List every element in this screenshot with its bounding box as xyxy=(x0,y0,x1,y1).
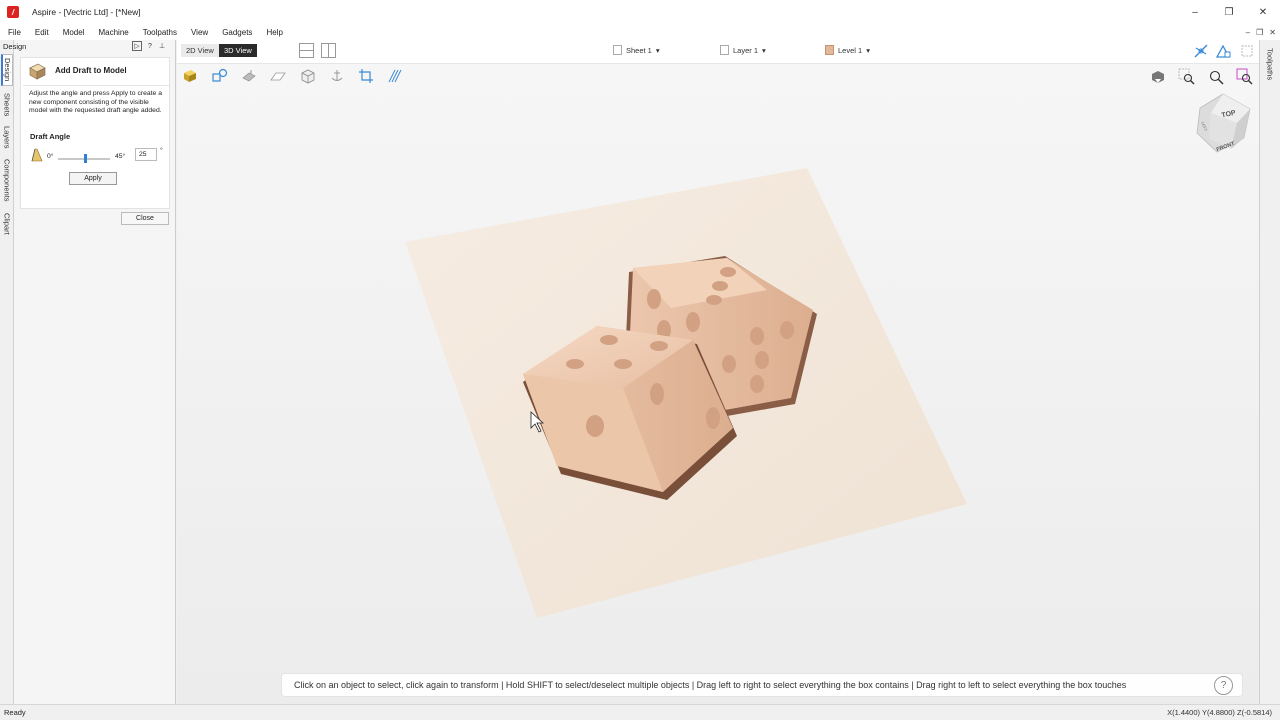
panel-header: Design ▷ ? ⊥ xyxy=(0,41,176,52)
slider-min-label: 0° xyxy=(47,153,54,160)
aspire-app-icon[interactable]: / xyxy=(7,6,19,18)
close-button[interactable]: Close xyxy=(121,212,169,225)
menu-toolpaths[interactable]: Toolpaths xyxy=(136,28,184,37)
draft-angle-input[interactable]: 25 xyxy=(135,148,157,161)
tab-2d-view[interactable]: 2D View xyxy=(181,44,219,57)
menu-model[interactable]: Model xyxy=(56,28,92,37)
menu-help[interactable]: Help xyxy=(259,28,289,37)
title-bar: / Aspire - [Vectric Ltd] - [*New] – ❐ ✕ xyxy=(0,0,1280,24)
apply-button[interactable]: Apply xyxy=(69,172,117,185)
layer-icon xyxy=(720,45,729,55)
model-render xyxy=(405,168,967,618)
sheet-label: Sheet 1 xyxy=(626,45,652,55)
right-tab-strip: Toolpaths xyxy=(1259,40,1280,704)
doc-restore-button[interactable]: ❐ xyxy=(1256,28,1263,37)
tool-title: Add Draft to Model xyxy=(55,66,127,75)
add-draft-tool-icon xyxy=(29,63,46,80)
doc-minimize-button[interactable]: – xyxy=(1246,28,1250,37)
menu-bar: File Edit Model Machine Toolpaths View G… xyxy=(0,24,1280,40)
layer-dropdown[interactable]: Layer 1 ▾ xyxy=(720,45,766,55)
tab-layers[interactable]: Layers xyxy=(1,123,13,151)
angle-unit-label: ° xyxy=(160,147,163,154)
help-icon[interactable]: ? xyxy=(1214,676,1233,695)
draft-angle-icon xyxy=(31,148,43,162)
cursor-coordinates: X(1.4400) Y(4.8800) Z(-0.5814) xyxy=(1167,708,1272,717)
panel-dock-icon[interactable]: ▷ xyxy=(132,41,142,51)
layer-label: Layer 1 xyxy=(733,45,759,55)
view-toolbar: 2D View 3D View Sheet 1 ▾ Layer 1 ▾ Leve… xyxy=(177,40,1259,64)
tab-components[interactable]: Components xyxy=(1,154,13,206)
hint-text: Click on an object to select, click agai… xyxy=(294,680,1127,690)
node-edit-icon[interactable] xyxy=(1215,43,1231,59)
tab-sheets[interactable]: Sheets xyxy=(1,90,13,120)
minimize-button[interactable]: – xyxy=(1178,0,1212,24)
left-tab-strip: Design Sheets Layers Components Clipart xyxy=(0,40,14,704)
split-horizontal-icon[interactable] xyxy=(299,43,314,58)
add-draft-form: Add Draft to Model Adjust the angle and … xyxy=(20,57,170,225)
draft-angle-slider-thumb[interactable] xyxy=(84,154,87,163)
doc-close-button[interactable]: ✕ xyxy=(1269,28,1276,37)
status-text: Ready xyxy=(4,708,26,717)
menu-view[interactable]: View xyxy=(184,28,215,37)
chevron-down-icon: ▾ xyxy=(762,45,766,55)
close-window-button[interactable]: ✕ xyxy=(1246,0,1280,24)
slider-max-label: 45° xyxy=(115,153,126,160)
level-label: Level 1 xyxy=(838,45,863,55)
tab-3d-view[interactable]: 3D View xyxy=(219,44,257,57)
transform-icon[interactable] xyxy=(1239,43,1255,59)
restore-button[interactable]: ❐ xyxy=(1212,0,1246,24)
tab-toolpaths[interactable]: Toolpaths xyxy=(1264,42,1276,86)
tool-description: Adjust the angle and press Apply to crea… xyxy=(29,90,163,114)
tab-clipart[interactable]: Clipart xyxy=(1,209,13,239)
panel-help-icon[interactable]: ? xyxy=(145,41,155,51)
menu-edit[interactable]: Edit xyxy=(28,28,56,37)
status-bar: Ready X(1.4400) Y(4.8800) Z(-0.5814) xyxy=(0,704,1280,720)
sheet-icon xyxy=(613,45,622,55)
panel-header-label: Design xyxy=(3,42,27,51)
menu-gadgets[interactable]: Gadgets xyxy=(215,28,259,37)
design-panel: Design ▷ ? ⊥ Add Draft to Model Adjust t… xyxy=(3,40,176,704)
draft-angle-label: Draft Angle xyxy=(30,132,71,141)
menu-file[interactable]: File xyxy=(0,28,28,37)
window-title: Aspire - [Vectric Ltd] - [*New] xyxy=(32,7,141,17)
divider xyxy=(23,85,169,86)
document-window-controls: – ❐ ✕ xyxy=(1246,24,1276,40)
tab-design[interactable]: Design xyxy=(1,54,13,86)
sheet-dropdown[interactable]: Sheet 1 ▾ xyxy=(613,45,660,55)
snap-icon[interactable] xyxy=(1193,43,1209,59)
menu-machine[interactable]: Machine xyxy=(91,28,135,37)
panel-pin-icon[interactable]: ⊥ xyxy=(157,41,167,51)
chevron-down-icon: ▾ xyxy=(866,45,870,55)
3d-viewport[interactable]: TOP FRONT LEFT Click on an object to sel… xyxy=(177,64,1259,704)
chevron-down-icon: ▾ xyxy=(655,45,660,55)
level-dropdown[interactable]: Level 1 ▾ xyxy=(825,45,870,55)
level-icon xyxy=(825,45,834,55)
split-vertical-icon[interactable] xyxy=(321,43,336,58)
hint-bar: Click on an object to select, click agai… xyxy=(281,673,1243,697)
